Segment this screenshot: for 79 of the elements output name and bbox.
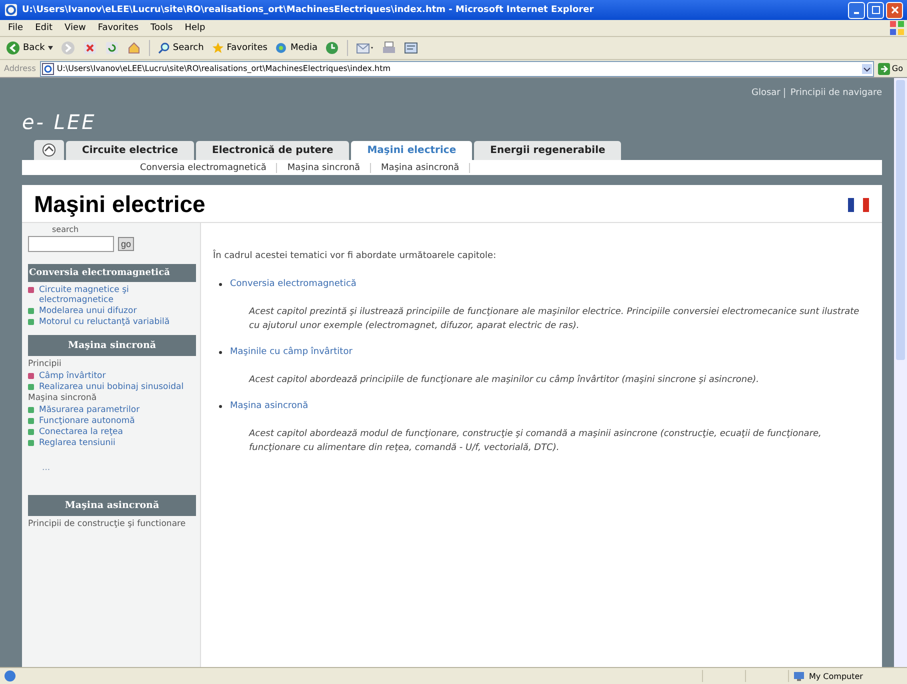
maximize-button[interactable] <box>867 2 884 18</box>
close-button[interactable] <box>886 2 903 18</box>
sidebar-section-header[interactable]: Conversia electromagnetică <box>28 264 196 282</box>
minimize-button[interactable] <box>848 2 865 18</box>
sidebar-link[interactable]: Conectarea la reţea <box>39 427 123 437</box>
refresh-icon[interactable] <box>104 41 119 55</box>
search-label: search <box>51 225 80 234</box>
caret-icon <box>48 46 53 50</box>
window-title: U:\Users\Ivanov\eLEE\Lucru\site\RO\realisations_ort\MachinesElectriques\index.htm - Microsoft Internet Explorer <box>22 5 594 15</box>
stop-icon[interactable] <box>82 41 97 55</box>
sidebar-link[interactable]: Circuite magnetice şi electromagnetice <box>39 285 196 305</box>
intro-text: În cadrul acestei tematici vor fi abordate următoarele capitole: <box>213 251 498 261</box>
address-label: Address <box>4 64 36 73</box>
favorites-button[interactable]: Favorites <box>212 42 268 54</box>
more-link[interactable]: ... <box>28 449 196 487</box>
chapter-link[interactable]: Conversia electromagnetică <box>230 279 356 289</box>
sidebar-link[interactable]: Măsurarea parametrilor <box>39 405 140 415</box>
menu-item[interactable]: Favorites <box>98 23 139 33</box>
address-field[interactable]: U:\Users\Ivanov\eLEE\Lucru\site\RO\realisations_ort\MachinesElectriques\index.htm <box>40 60 874 76</box>
sidebar-subheading: Principii de construcţie şi functionare <box>28 519 187 530</box>
scrollbar[interactable] <box>894 78 907 667</box>
menu-item[interactable]: File <box>8 23 24 33</box>
back-button[interactable]: Back <box>6 41 53 55</box>
menu-item[interactable]: Edit <box>35 23 52 33</box>
mail-icon[interactable] <box>356 41 374 55</box>
chapter-link[interactable]: Maşinile cu câmp învârtitor <box>230 347 352 357</box>
chapter-description: Acest capitol prezintă şi ilustrează principiile de funcţionare ale maşinilor electrice. Principiile conversiei electromecanice sunt ilustrate cu ajutorul unor exemple (electromagnet, difuzor, aparat electric de ras). <box>249 306 860 333</box>
sidebar-section-header[interactable]: Maşina asincronă <box>28 495 196 516</box>
nav-tab[interactable]: Circuite electrice <box>66 141 194 160</box>
bullet-icon <box>219 404 222 408</box>
edit-icon[interactable] <box>404 41 418 55</box>
go-button[interactable]: Go <box>878 62 903 74</box>
security-zone: My Computer <box>788 670 903 682</box>
menu-item[interactable]: Tools <box>150 23 173 33</box>
sidebar-link[interactable]: Motorul cu reluctanţă variabilă <box>39 317 170 327</box>
search-go-button[interactable]: go <box>118 237 134 251</box>
go-arrow-icon <box>878 62 890 74</box>
bullet-icon <box>219 350 222 354</box>
browser-logo-icon <box>4 3 18 17</box>
nav-tab[interactable]: Maşini electrice <box>351 141 472 160</box>
chapter-link[interactable]: Maşina asincronă <box>230 401 308 411</box>
french-flag-icon[interactable] <box>848 198 870 212</box>
page-icon <box>42 62 54 74</box>
media-button[interactable]: Media <box>275 42 318 54</box>
windows-logo-icon <box>889 20 905 36</box>
menu-item[interactable]: View <box>64 23 86 33</box>
sidebar-subheading: Maşina sincronă <box>28 393 98 404</box>
search-button[interactable]: Search <box>158 42 204 54</box>
search-icon <box>158 42 170 54</box>
header-link[interactable]: Glosar <box>751 88 780 98</box>
print-icon[interactable] <box>382 41 396 55</box>
close-icon <box>890 6 898 14</box>
header-link[interactable]: Principii de navigare <box>784 88 882 98</box>
subnav-link[interactable]: Maşina sincronă <box>277 162 372 172</box>
sidebar-link[interactable]: Reglarea tensiunii <box>39 438 116 448</box>
sidebar-link[interactable]: Funcţionare autonomă <box>39 416 135 426</box>
chapter-description: Acest capitol abordează modul de funcţionare, construcţie şi comandă a maşinii asincrone (construcţie, ecuaţii de funcţionare, funcţionare cu alimentare din reţea, comandă - U/f, vectorială, DTC). <box>249 428 822 455</box>
page-title: Maşini electrice <box>34 191 206 218</box>
nav-tab[interactable]: Energii regenerabile <box>474 141 622 160</box>
sidebar-section-header[interactable]: Maşina sincronă <box>28 335 196 356</box>
sidebar-link[interactable]: Câmp învârtitor <box>39 371 106 381</box>
maximize-icon <box>872 6 880 14</box>
chapter-description: Acest capitol abordează principiile de funcţionare ale maşinilor cu câmp învârtitor (maşini sincrone şi asincrone). <box>249 374 760 387</box>
site-logo[interactable]: e- LEE <box>22 110 96 134</box>
dropdown-icon[interactable] <box>862 64 872 74</box>
history-icon[interactable] <box>325 41 340 55</box>
search-field[interactable] <box>28 236 114 252</box>
menu-item[interactable]: Help <box>184 23 206 33</box>
media-icon <box>275 42 288 54</box>
sidebar-link[interactable]: Realizarea unui bobinaj sinusoidal <box>39 382 184 392</box>
home-tab[interactable] <box>34 140 64 160</box>
subnav-link[interactable]: Conversia electromagnetică <box>130 162 278 172</box>
sidebar-link[interactable]: Modelarea unui difuzor <box>39 306 137 316</box>
star-icon <box>212 42 224 54</box>
bullet-icon <box>219 282 222 286</box>
computer-icon <box>793 670 805 682</box>
subnav-link[interactable]: Maşina asincronă <box>371 162 470 172</box>
sidebar-subheading: Principii <box>28 359 62 370</box>
nav-tab[interactable]: Electronică de putere <box>196 141 350 160</box>
